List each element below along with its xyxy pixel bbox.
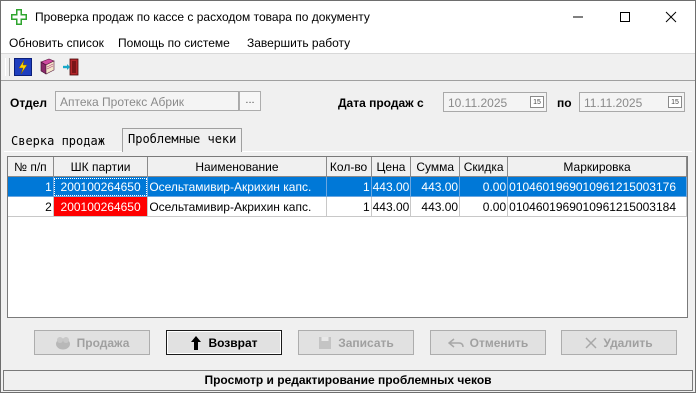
price-cell[interactable]: 443.00	[371, 176, 412, 197]
tab-problem-receipts[interactable]: Проблемные чеки	[122, 128, 243, 152]
sale-button[interactable]: Продажа	[34, 330, 150, 355]
column-header[interactable]: Цена	[371, 157, 412, 177]
date-to-label: по	[557, 96, 572, 110]
close-button[interactable]	[648, 1, 694, 33]
column-header[interactable]: Скидка	[459, 157, 509, 177]
delete-button-label: Удалить	[603, 335, 653, 350]
tab-sales-reconciliation[interactable]: Сверка продаж	[5, 132, 109, 151]
table-header-row: № п/п ШК партии Наименование Кол-во Цена…	[8, 157, 687, 177]
return-button[interactable]: Возврат	[166, 330, 282, 355]
return-button-label: Возврат	[208, 335, 258, 350]
pharmacy-cross-icon	[11, 9, 27, 25]
floppy-disk-icon	[319, 336, 332, 349]
amount-cell[interactable]: 443.00	[410, 196, 461, 217]
date-range-label: Дата продаж с	[338, 96, 424, 110]
department-select-button[interactable]: ...	[239, 91, 261, 111]
delete-button[interactable]: Удалить	[561, 330, 677, 355]
menu-refresh-list[interactable]: Обновить список	[9, 36, 104, 50]
title-bar: Проверка продаж по кассе с расходом това…	[1, 1, 695, 33]
row-number-cell[interactable]: 1	[8, 176, 54, 197]
toolbar-run-button[interactable]	[13, 57, 33, 77]
toolbar	[1, 53, 695, 81]
column-header[interactable]: Наименование	[147, 157, 327, 177]
book-icon	[40, 58, 55, 75]
menu-help[interactable]: Помощь по системе	[118, 36, 230, 50]
maximize-button[interactable]	[602, 1, 648, 33]
discount-cell[interactable]: 0.00	[459, 176, 509, 197]
status-bar: Просмотр и редактирование проблемных чек…	[3, 370, 693, 391]
toolbar-grip[interactable]	[5, 58, 10, 76]
table-row[interactable]: 1 200100264650 Осельтамивир-Акрихин капс…	[8, 176, 687, 197]
amount-cell[interactable]: 443.00	[410, 176, 461, 197]
sale-button-label: Продажа	[76, 335, 130, 350]
calendar-icon[interactable]: 15	[530, 96, 544, 108]
undo-icon	[447, 337, 464, 348]
lightning-icon	[14, 58, 32, 76]
delete-x-icon	[585, 336, 597, 349]
save-button-label: Записать	[338, 335, 394, 350]
toolbar-exit-button[interactable]	[61, 57, 81, 77]
save-button[interactable]: Записать	[298, 330, 414, 355]
row-number-cell[interactable]: 2	[8, 196, 54, 217]
department-label: Отдел	[10, 96, 47, 110]
maximize-icon	[620, 12, 630, 22]
exit-door-icon	[63, 58, 79, 76]
cart-icon	[55, 336, 70, 349]
minimize-icon	[573, 16, 583, 18]
window-title: Проверка продаж по кассе с расходом това…	[35, 10, 370, 24]
date-to-value: 11.11.2025	[584, 96, 643, 110]
menu-exit[interactable]: Завершить работу	[247, 36, 350, 50]
calendar-icon[interactable]: 15	[668, 96, 682, 108]
column-header[interactable]: Сумма	[410, 157, 461, 177]
product-name-cell[interactable]: Осельтамивир-Акрихин капс.	[147, 176, 327, 197]
cancel-button-label: Отменить	[469, 335, 529, 350]
price-cell[interactable]: 443.00	[371, 196, 412, 217]
close-icon	[665, 11, 677, 23]
cancel-button[interactable]: Отменить	[430, 330, 546, 355]
column-header[interactable]: Маркировка	[507, 157, 687, 177]
receipts-table: № п/п ШК партии Наименование Кол-во Цена…	[7, 156, 688, 318]
app-window: Проверка продаж по кассе с расходом това…	[0, 0, 696, 393]
quantity-cell[interactable]: 1	[326, 176, 372, 197]
product-name-cell[interactable]: Осельтамивир-Акрихин капс.	[147, 196, 327, 217]
arrow-up-icon	[191, 335, 202, 350]
batch-barcode-cell[interactable]: 200100264650	[53, 196, 149, 217]
tab-strip-divider	[4, 151, 692, 152]
toolbar-help-button[interactable]	[37, 57, 57, 77]
column-header[interactable]: № п/п	[8, 157, 54, 177]
batch-barcode-cell[interactable]: 200100264650	[53, 176, 149, 197]
marking-code-cell[interactable]: 0104601969010961215003176	[507, 176, 687, 197]
column-header[interactable]: ШК партии	[53, 157, 149, 177]
table-row[interactable]: 2 200100264650 Осельтамивир-Акрихин капс…	[8, 196, 687, 217]
minimize-button[interactable]	[555, 1, 601, 33]
date-from-value: 10.11.2025	[448, 96, 508, 110]
quantity-cell[interactable]: 1	[326, 196, 372, 217]
marking-code-cell[interactable]: 0104601969010961215003184	[507, 196, 687, 217]
discount-cell[interactable]: 0.00	[459, 196, 509, 217]
department-field[interactable]: Аптека Протекс Абрик	[55, 91, 239, 111]
column-header[interactable]: Кол-во	[326, 157, 372, 177]
menu-bar: Обновить список Помощь по системе Заверш…	[1, 33, 695, 53]
